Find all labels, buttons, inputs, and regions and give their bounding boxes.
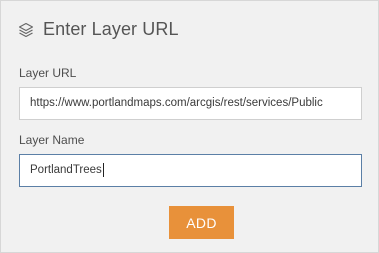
layer-url-label: Layer URL	[19, 66, 77, 80]
enter-layer-url-panel: Enter Layer URL Layer URL https://www.po…	[0, 0, 379, 253]
layer-name-input[interactable]: PortlandTrees	[19, 154, 362, 187]
layer-url-input[interactable]: https://www.portlandmaps.com/arcgis/rest…	[19, 87, 362, 120]
panel-title: Enter Layer URL	[43, 19, 179, 39]
panel-header: Enter Layer URL	[18, 19, 179, 40]
layer-url-value: https://www.portlandmaps.com/arcgis/rest…	[30, 97, 323, 109]
layer-name-label: Layer Name	[19, 133, 85, 147]
text-caret	[102, 162, 104, 177]
layers-icon	[18, 22, 34, 38]
add-button[interactable]: ADD	[169, 206, 234, 239]
layer-name-value: PortlandTrees	[30, 164, 102, 176]
